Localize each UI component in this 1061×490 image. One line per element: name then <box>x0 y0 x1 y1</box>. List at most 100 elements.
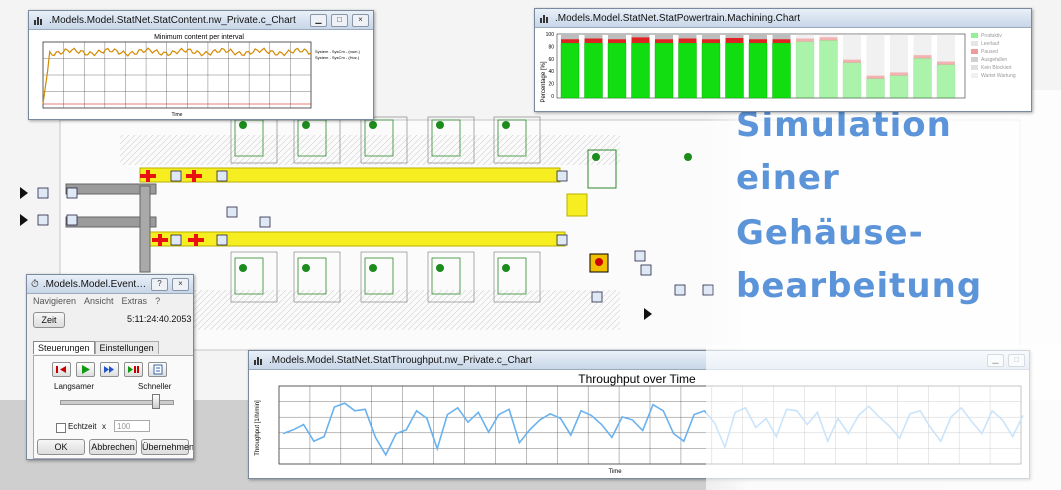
menu-extras[interactable]: Extras <box>122 296 148 306</box>
reset-button[interactable] <box>52 362 71 377</box>
station-icon[interactable] <box>226 206 238 218</box>
station-icon[interactable] <box>591 291 603 303</box>
conveyor-cross[interactable] <box>566 193 588 217</box>
play-icon <box>82 365 90 374</box>
apply-button[interactable]: Übernehmen <box>141 439 193 455</box>
headline-line-1: Simulation <box>736 105 952 145</box>
legend-label: Leerlauf <box>981 41 1000 47</box>
content-chart-titlebar[interactable]: .Models.Model.StatNet.StatContent.nw_Pri… <box>29 11 373 30</box>
machine-status-icon <box>369 264 377 272</box>
bar-other <box>561 34 579 40</box>
bar-productive <box>842 62 862 99</box>
legend-swatch <box>971 57 978 62</box>
bar-paused <box>725 37 744 43</box>
bar-paused <box>890 72 908 76</box>
station-icon[interactable] <box>674 284 686 296</box>
legend-label: Paused <box>981 49 998 55</box>
cancel-button[interactable]: Abbrechen <box>89 439 137 455</box>
menu-help[interactable]: ? <box>155 296 160 306</box>
close-button[interactable]: × <box>172 277 189 291</box>
step-button[interactable] <box>124 362 143 377</box>
station-icon[interactable] <box>66 214 78 226</box>
fast-forward-button[interactable] <box>100 362 119 377</box>
station-icon[interactable] <box>216 170 228 182</box>
machine-status-icon <box>302 121 310 129</box>
close-button[interactable]: × <box>352 13 369 27</box>
speed-slider-thumb[interactable] <box>152 394 161 409</box>
bar-other <box>819 34 838 38</box>
station-icon[interactable] <box>216 234 228 246</box>
list-icon <box>153 364 163 375</box>
bar-paused <box>561 39 579 43</box>
station-icon[interactable] <box>37 187 49 199</box>
bar-paused <box>678 38 697 43</box>
chart-icon <box>34 17 42 25</box>
maximize-button[interactable]: □ <box>331 13 348 27</box>
bar-paused <box>584 38 603 43</box>
time-button[interactable]: Zeit <box>33 312 65 328</box>
legend-swatch <box>971 33 978 38</box>
content-legend-1: System - SysCm - (num.) <box>315 49 361 54</box>
bar-productive <box>936 64 956 99</box>
legend-label: Ausgefallen <box>981 57 1007 63</box>
conveyor-bottom[interactable] <box>149 231 566 247</box>
machine-status-icon <box>436 121 444 129</box>
station-icon[interactable] <box>170 170 182 182</box>
powertrain-plot: Percentage [%] 100 80 60 40 20 0 Produktiv Lee… <box>541 32 1016 103</box>
event-controller-window[interactable]: ⏱ .Models.Model.EventController ? × Navi… <box>26 274 194 460</box>
bar-other <box>655 34 673 40</box>
machine-status-icon <box>369 121 377 129</box>
station-icon[interactable] <box>66 187 78 199</box>
powertrain-chart-window[interactable]: .Models.Model.StatNet.StatPowertrain.Mac… <box>534 8 1032 112</box>
machine-status-icon <box>502 264 510 272</box>
bar-productive <box>560 42 580 99</box>
help-button[interactable]: ? <box>151 277 168 291</box>
bar-other <box>702 34 720 40</box>
station-icon[interactable] <box>634 250 646 262</box>
menu-ansicht[interactable]: Ansicht <box>84 296 114 306</box>
bar-other <box>608 34 626 40</box>
event-controller-titlebar[interactable]: ⏱ .Models.Model.EventController ? × <box>27 275 193 294</box>
ok-button[interactable]: OK <box>37 439 85 455</box>
realtime-checkbox[interactable] <box>56 423 66 433</box>
station-icon[interactable] <box>37 214 49 226</box>
machine-status-icon <box>436 264 444 272</box>
content-chart-window[interactable]: .Models.Model.StatNet.StatContent.nw_Pri… <box>28 10 374 120</box>
powertrain-ylabel: Percentage [%] <box>541 61 547 102</box>
bar-productive <box>607 42 627 99</box>
bar-paused <box>843 59 861 63</box>
headline-line-2: einer <box>736 158 840 198</box>
bar-other <box>772 34 791 40</box>
bar-other <box>866 34 885 76</box>
conveyor-top[interactable] <box>139 167 561 183</box>
bar-paused <box>631 37 650 43</box>
content-legend-2: System - SysCm - (Hoz.) <box>315 55 360 60</box>
bar-paused <box>608 39 626 43</box>
station-icon[interactable] <box>640 264 652 276</box>
tab-einstellungen[interactable]: Einstellungen <box>94 341 159 354</box>
list-button[interactable] <box>148 362 167 377</box>
bar-paused <box>749 39 767 43</box>
minimize-button[interactable]: ▁ <box>310 13 327 27</box>
bar-other <box>890 34 908 73</box>
powertrain-chart-titlebar[interactable]: .Models.Model.StatNet.StatPowertrain.Mac… <box>535 9 1031 28</box>
realtime-factor-field[interactable] <box>114 420 150 432</box>
station-icon[interactable] <box>170 234 182 246</box>
menu-navigieren[interactable]: Navigieren <box>33 296 76 306</box>
bar-other <box>749 34 767 40</box>
play-button[interactable] <box>76 362 95 377</box>
speed-slow-label: Langsamer <box>54 382 95 391</box>
y-tick-label: 40 <box>548 69 554 75</box>
bar-other <box>796 34 814 39</box>
bar-paused <box>913 55 932 59</box>
station-icon[interactable] <box>556 234 568 246</box>
tab-steuerungen[interactable]: Steuerungen <box>33 341 95 354</box>
bar-other <box>678 34 697 39</box>
station-icon[interactable] <box>259 216 271 228</box>
bar-paused <box>937 61 955 65</box>
machine-status-icon <box>302 264 310 272</box>
station-icon[interactable] <box>556 170 568 182</box>
legend-label: Produktiv <box>981 33 1002 39</box>
y-tick-label: 20 <box>548 82 554 88</box>
bar-paused <box>866 75 885 79</box>
